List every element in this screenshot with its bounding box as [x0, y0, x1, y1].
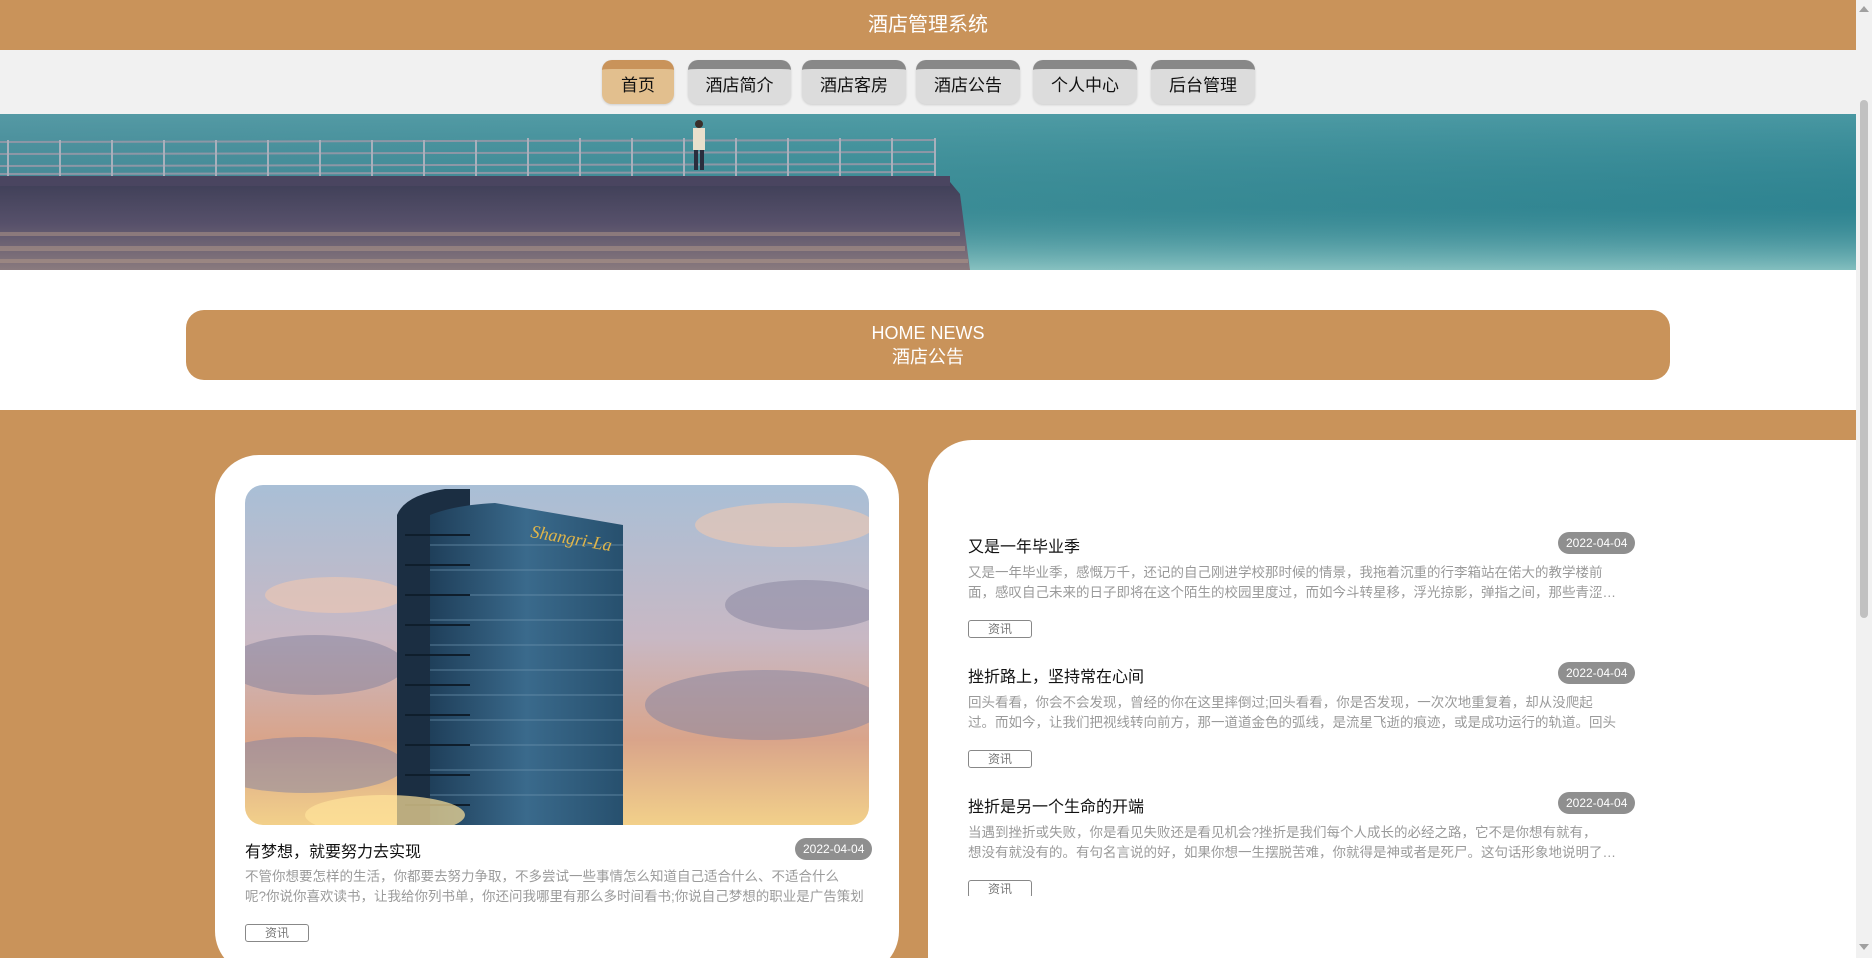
news-item-desc-line-2: 过。而如今，让我们把视线转向前方，那一道道金色的弧线，是流星飞逝的痕迹，或是成功… — [968, 715, 1616, 730]
section-title-zh: 酒店公告 — [892, 347, 964, 367]
news-item-desc-line-1: 回头看看，你会不会发现，曾经的你在这里摔倒过;回头看看，你是否发现，一次次地重复… — [968, 695, 1593, 710]
banner-carousel[interactable] — [0, 114, 1856, 270]
news-item-desc: 回头看看，你会不会发现，曾经的你在这里摔倒过;回头看看，你是否发现，一次次地重复… — [968, 693, 1628, 733]
featured-news-date: 2022-04-04 — [795, 838, 873, 860]
nav-item-hotel-rooms[interactable]: 酒店客房 — [802, 60, 906, 104]
scrollbar-thumb[interactable] — [1860, 100, 1868, 618]
news-item-title[interactable]: 挫折是另一个生命的开端 — [968, 793, 1144, 817]
news-item-date: 2022-04-04 — [1558, 532, 1636, 554]
nav-item-label: 酒店简介 — [705, 76, 774, 95]
nav-item-label: 后台管理 — [1169, 76, 1237, 95]
banner-image — [0, 114, 1856, 270]
section-title-en: HOME NEWS — [871, 323, 985, 343]
featured-news-image[interactable]: Shangri-La — [245, 485, 869, 825]
page-scrollbar[interactable] — [1856, 0, 1872, 958]
nav-item-home[interactable]: 首页 — [602, 60, 674, 104]
featured-news-desc: 不管你想要怎样的生活，你都要去努力争取，不多尝试一些事情怎么知道自己适合什么、不… — [245, 867, 869, 907]
nav-item-admin[interactable]: 后台管理 — [1151, 60, 1255, 104]
news-item-desc-line-2: 面，感叹自己未来的日子即将在这个陌生的校园里度过，而如今斗转星移，浮光掠影，弹指… — [968, 585, 1628, 600]
scroll-up-arrow-icon[interactable] — [1859, 6, 1869, 12]
news-item-title[interactable]: 又是一年毕业季 — [968, 533, 1080, 557]
scroll-down-arrow-icon[interactable] — [1859, 944, 1869, 950]
news-item-tag[interactable]: 资讯 — [968, 750, 1032, 768]
app-header: 酒店管理系统 — [0, 0, 1856, 50]
news-item-date: 2022-04-04 — [1558, 662, 1636, 684]
nav-item-label: 个人中心 — [1051, 76, 1119, 95]
news-item-tag[interactable]: 资讯 — [968, 880, 1032, 896]
news-item-desc-line-1: 又是一年毕业季，感慨万千，还记的自己刚进学校那时候的情景，我拖着沉重的行李箱站在… — [968, 565, 1603, 580]
news-item-date: 2022-04-04 — [1558, 792, 1636, 814]
featured-news-tag[interactable]: 资讯 — [245, 924, 309, 942]
nav-item-label: 酒店客房 — [820, 76, 888, 95]
nav-item-hotel-notices[interactable]: 酒店公告 — [916, 60, 1020, 104]
nav-item-personal-center[interactable]: 个人中心 — [1033, 60, 1137, 104]
section-header: HOME NEWS 酒店公告 — [186, 310, 1670, 380]
news-item-desc-line-2: 想没有就没有的。有句名言说的好，如果你想一生摆脱苦难，你就得是神或者是死尸。这句… — [968, 845, 1628, 860]
featured-news-desc-line-1: 不管你想要怎样的生活，你都要去努力争取，不多尝试一些事情怎么知道自己适合什么、不… — [245, 869, 839, 884]
news-item-tag[interactable]: 资讯 — [968, 620, 1032, 638]
app-title: 酒店管理系统 — [868, 14, 988, 36]
hotel-building-image: Shangri-La — [245, 485, 869, 825]
news-item-tag-clip: 资讯 — [960, 878, 1640, 896]
main-nav: 首页 酒店简介 酒店客房 酒店公告 个人中心 后台管理 — [0, 50, 1856, 114]
nav-item-label: 首页 — [621, 76, 655, 95]
news-item-title[interactable]: 挫折路上，坚持常在心间 — [968, 663, 1144, 687]
nav-item-label: 酒店公告 — [934, 76, 1002, 95]
news-item-desc: 当遇到挫折或失败，你是看见失败还是看见机会?挫折是我们每个人成长的必经之路，它不… — [968, 823, 1628, 863]
featured-news-title[interactable]: 有梦想，就要努力去实现 — [245, 838, 421, 862]
news-item-desc-line-1: 当遇到挫折或失败，你是看见失败还是看见机会?挫折是我们每个人成长的必经之路，它不… — [968, 825, 1597, 840]
nav-item-hotel-intro[interactable]: 酒店简介 — [688, 60, 791, 104]
news-item-desc: 又是一年毕业季，感慨万千，还记的自己刚进学校那时候的情景，我拖着沉重的行李箱站在… — [968, 563, 1628, 603]
featured-news-desc-line-2: 呢?你说你喜欢读书，让我给你列书单，你还问我哪里有那么多时间看书;你说自己梦想的… — [245, 889, 864, 904]
